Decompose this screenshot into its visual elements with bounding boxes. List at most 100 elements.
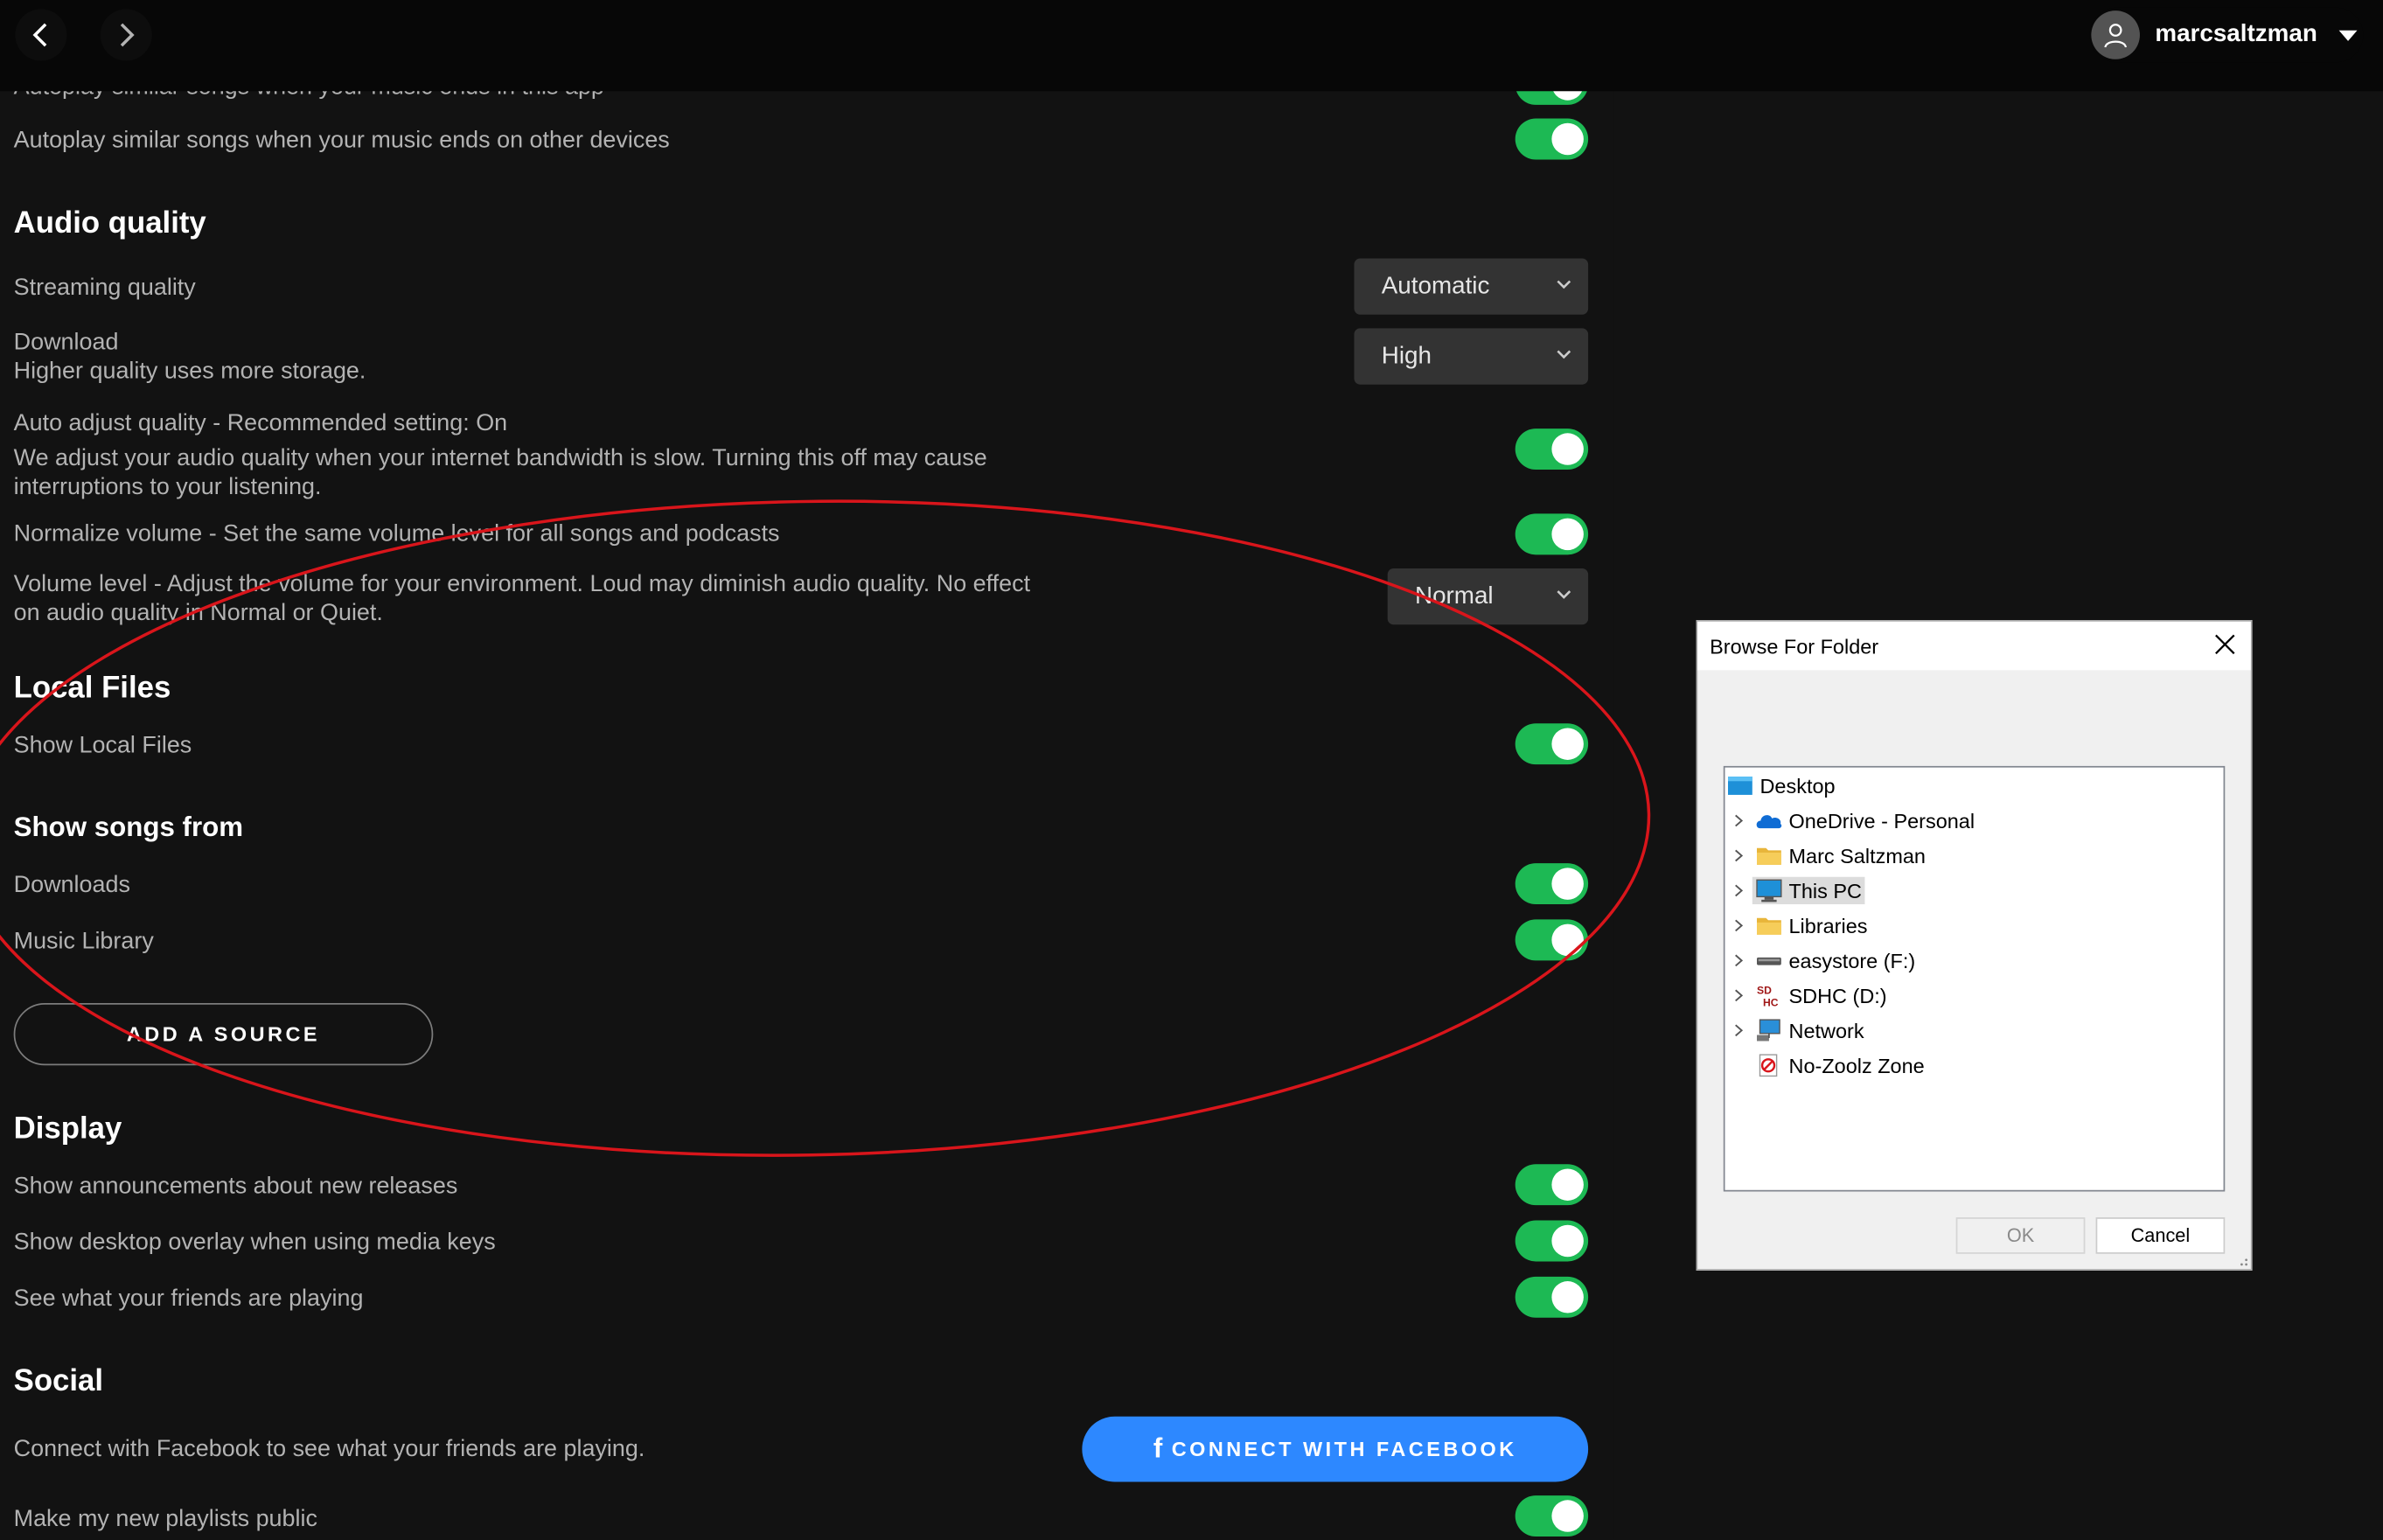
- normalize-volume-toggle[interactable]: [1515, 513, 1589, 555]
- show-local-files-label: Show Local Files: [13, 732, 192, 759]
- forward-button[interactable]: [100, 9, 152, 61]
- settings-panel: Autoplay similar songs when your music e…: [0, 0, 1614, 1540]
- announcements-toggle[interactable]: [1515, 1164, 1589, 1206]
- tree-item-this-pc[interactable]: This PC: [1725, 874, 2212, 907]
- facebook-description: Connect with Facebook to see what your f…: [13, 1436, 645, 1462]
- user-icon: [2104, 24, 2127, 48]
- dialog-title-bar: Browse For Folder: [1697, 621, 2251, 671]
- toggle-knob: [1551, 518, 1584, 551]
- toggle-knob: [1551, 1500, 1584, 1532]
- music-library-source-label: Music Library: [13, 928, 154, 955]
- chevron-right-icon[interactable]: [1732, 919, 1745, 932]
- desktop-overlay-label: Show desktop overlay when using media ke…: [13, 1229, 496, 1256]
- facebook-icon: f: [1153, 1432, 1163, 1464]
- connect-facebook-button[interactable]: f CONNECT WITH FACEBOOK: [1082, 1416, 1589, 1482]
- tree-item-label: Libraries: [1788, 914, 1868, 937]
- auto-adjust-toggle[interactable]: [1515, 429, 1589, 470]
- add-a-source-button[interactable]: ADD A SOURCE: [13, 1003, 434, 1066]
- desktop-overlay-toggle[interactable]: [1515, 1220, 1589, 1262]
- close-icon[interactable]: [2214, 634, 2235, 655]
- autoplay-other-devices-label: Autoplay similar songs when your music e…: [13, 127, 670, 154]
- downloads-source-label: Downloads: [13, 872, 130, 899]
- drive-icon: [1755, 948, 1782, 972]
- friends-activity-label: See what your friends are playing: [13, 1286, 364, 1312]
- toggle-knob: [1551, 728, 1584, 760]
- top-bar: marcsaltzman: [0, 0, 2383, 92]
- toggle-knob: [1551, 1224, 1584, 1258]
- volume-level-label: Volume level - Adjust the volume for you…: [13, 571, 1031, 627]
- chevron-right-icon[interactable]: [1732, 989, 1745, 1002]
- chevron-right-icon[interactable]: [1732, 849, 1745, 862]
- tree-item-network[interactable]: Network: [1725, 1014, 2212, 1047]
- show-local-files-toggle[interactable]: [1515, 723, 1589, 765]
- browse-for-folder-dialog: Browse For Folder Desktop OneDrive - Per…: [1696, 620, 2253, 1271]
- chevron-right-icon[interactable]: [1732, 954, 1745, 967]
- tree-item-sdhc[interactable]: SD HC SDHC (D:): [1725, 979, 2212, 1012]
- username: marcsaltzman: [2155, 21, 2317, 47]
- public-playlists-label: Make my new playlists public: [13, 1506, 317, 1532]
- tree-item-label: SDHC (D:): [1788, 984, 1887, 1007]
- tree-item-user-folder[interactable]: Marc Saltzman: [1725, 839, 2212, 872]
- tree-item-easystore[interactable]: easystore (F:): [1725, 944, 2212, 977]
- audio-quality-heading: Audio quality: [13, 206, 206, 240]
- tree-item-libraries[interactable]: Libraries: [1725, 909, 2212, 942]
- public-playlists-toggle[interactable]: [1515, 1495, 1589, 1537]
- autoplay-other-devices-toggle[interactable]: [1515, 118, 1589, 160]
- user-menu-button[interactable]: marcsaltzman: [2089, 7, 2364, 63]
- auto-adjust-label: Auto adjust quality - Recommended settin…: [13, 410, 508, 436]
- cloud-icon: [1755, 809, 1782, 833]
- desktop-icon: [1726, 774, 1753, 798]
- avatar: [2091, 10, 2140, 59]
- chevron-down-icon: [1557, 350, 1571, 359]
- toggle-knob: [1551, 868, 1584, 900]
- toggle-knob: [1551, 923, 1584, 957]
- tree-item-label: easystore (F:): [1788, 949, 1916, 972]
- toggle-knob: [1551, 122, 1584, 156]
- chevron-down-icon: [1557, 280, 1571, 289]
- normalize-volume-label: Normalize volume - Set the same volume l…: [13, 521, 780, 547]
- chevron-right-icon[interactable]: [1732, 1024, 1745, 1037]
- back-button[interactable]: [15, 9, 67, 61]
- music-library-source-toggle[interactable]: [1515, 919, 1589, 961]
- download-quality-select[interactable]: High: [1354, 328, 1589, 385]
- friends-activity-toggle[interactable]: [1515, 1276, 1589, 1318]
- zoolz-icon: [1755, 1053, 1782, 1077]
- download-quality-value: High: [1381, 342, 1432, 369]
- streaming-quality-select[interactable]: Automatic: [1354, 258, 1589, 315]
- chevron-right-icon[interactable]: [1732, 884, 1745, 897]
- announcements-label: Show announcements about new releases: [13, 1173, 458, 1200]
- download-quality-label: Download: [13, 330, 119, 356]
- network-icon: [1755, 1018, 1782, 1042]
- ok-button[interactable]: OK: [1955, 1217, 2086, 1254]
- local-files-heading: Local Files: [13, 672, 171, 706]
- auto-adjust-description: We adjust your audio quality when your i…: [13, 445, 987, 500]
- volume-level-select[interactable]: Normal: [1387, 568, 1589, 625]
- sd-card-icon: SD HC: [1755, 983, 1782, 1009]
- volume-level-value: Normal: [1414, 582, 1494, 610]
- svg-text:HC: HC: [1763, 996, 1779, 1007]
- monitor-icon: [1755, 879, 1782, 903]
- download-quality-sublabel: Higher quality uses more storage.: [13, 359, 366, 385]
- chevron-left-icon: [32, 23, 47, 47]
- resize-grip-icon[interactable]: [2235, 1254, 2248, 1266]
- display-heading: Display: [13, 1112, 122, 1146]
- folder-tree[interactable]: Desktop OneDrive - Personal Marc Saltzma…: [1723, 765, 2226, 1192]
- cancel-button[interactable]: Cancel: [2095, 1217, 2226, 1254]
- toggle-knob: [1551, 1168, 1584, 1201]
- chevron-right-icon[interactable]: [1732, 814, 1745, 827]
- downloads-source-toggle[interactable]: [1515, 863, 1589, 905]
- caret-down-icon: [2338, 29, 2357, 41]
- tree-item-no-zoolz-zone[interactable]: No-Zoolz Zone: [1725, 1049, 2212, 1082]
- svg-text:SD: SD: [1757, 985, 1772, 997]
- folder-icon: [1755, 913, 1782, 937]
- tree-item-onedrive[interactable]: OneDrive - Personal: [1725, 804, 2212, 837]
- tree-item-desktop[interactable]: Desktop: [1726, 769, 1836, 802]
- show-songs-from-heading: Show songs from: [13, 812, 244, 842]
- tree-item-label: Marc Saltzman: [1788, 844, 1926, 868]
- tree-item-label: Desktop: [1759, 774, 1836, 798]
- streaming-quality-label: Streaming quality: [13, 275, 196, 302]
- streaming-quality-value: Automatic: [1381, 272, 1490, 299]
- toggle-knob: [1551, 433, 1584, 465]
- dialog-title: Browse For Folder: [1710, 634, 1879, 658]
- social-heading: Social: [13, 1364, 104, 1398]
